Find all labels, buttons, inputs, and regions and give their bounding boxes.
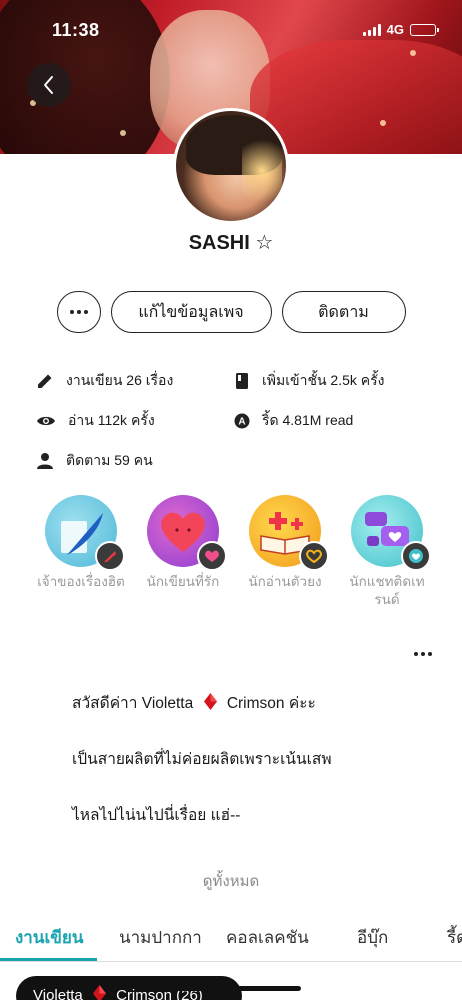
pencil-icon (38, 374, 52, 388)
bio-line-1: สวัสดีค่าา Violetta Crimson ค่ะะ (72, 693, 316, 712)
back-button[interactable] (27, 63, 71, 107)
badge-label: นักเขียนที่รัก (146, 574, 220, 589)
avatar[interactable] (173, 108, 289, 224)
badge-beloved-writer[interactable]: นักเขียนที่รัก (132, 495, 234, 609)
home-indicator (161, 986, 301, 991)
tab-pennames[interactable]: นามปากกา (119, 924, 202, 951)
stat-library-adds-label: เพิ่มเข้าชั้น 2.5k ครั้ง (262, 372, 385, 388)
stat-followers-label: ติดตาม 59 คน (66, 452, 153, 468)
badge-trending-chat-writer[interactable]: นักแชทติดเทรนด์ (336, 495, 438, 609)
red-diamond-icon (203, 693, 217, 710)
tab-collections[interactable]: คอลเลคชัน (226, 924, 309, 951)
see-all-link[interactable]: ดูทั้งหมด (0, 869, 462, 893)
heart-ribbon-mini-icon (299, 541, 329, 571)
svg-text:A: A (238, 417, 245, 428)
content-tabs: งานเขียน นามปากกา คอลเลคชัน อีบุ๊ก รี้ด (0, 920, 462, 962)
stat-followers: ติดตาม 59 คน (36, 450, 153, 472)
badge-avid-reader[interactable]: นักอ่านตัวยง (234, 495, 336, 609)
tab-chat-novels[interactable]: รี้ด (447, 924, 462, 951)
tab-indicator (0, 958, 97, 961)
stat-works: งานเขียน 26 เรื่อง (36, 370, 173, 392)
badge-label: เจ้าของเรื่องฮิต (37, 574, 125, 589)
stat-reads: อ่าน 112k ครั้ง (36, 410, 155, 432)
battery-icon (410, 23, 439, 36)
eye-icon (37, 416, 55, 426)
tab-works[interactable]: งานเขียน (15, 924, 83, 951)
bio-line-3: ไหลไปไน่นไปนี่เรื่อย แฮ่-- (72, 807, 241, 824)
tab-ebooks[interactable]: อีบุ๊ก (357, 924, 388, 951)
stat-chat-reads: A ริ้ด 4.81M read (234, 410, 353, 432)
chevron-left-icon (44, 76, 53, 94)
stat-chat-reads-label: ริ้ด 4.81M read (262, 412, 354, 428)
network-label: 4G (386, 22, 404, 37)
ellipsis-icon (69, 310, 88, 314)
more-options-button[interactable] (56, 291, 101, 333)
badge-label: นักแชทติดเทรนด์ (349, 574, 425, 608)
status-time: 11:38 (52, 20, 100, 40)
bio-line-2: เป็นสายผลิตที่ไม่ค่อยผลิตเพราะเน้นเสพ (72, 751, 332, 768)
profile-actions: แก้ไขข้อมูลเพจ ติดตาม (0, 291, 462, 333)
person-icon (37, 453, 53, 469)
badge-list: เจ้าของเรื่องฮิต นักเขียนที่รัก นักอ่านต… (30, 495, 450, 609)
status-icons: 4G (362, 22, 439, 37)
bio-more-button[interactable] (410, 645, 436, 663)
stat-library-adds: เพิ่มเข้าชั้น 2.5k ครั้ง (234, 370, 385, 392)
chat-novel-icon: A (234, 413, 250, 429)
badge-label: นักอ่านตัวยง (248, 574, 322, 589)
chat-heart-mini-icon (401, 541, 431, 571)
heart-mini-icon (197, 541, 227, 571)
pen-mini-icon (95, 541, 125, 571)
red-diamond-icon (92, 985, 106, 1000)
book-icon (236, 373, 248, 389)
stat-works-label: งานเขียน 26 เรื่อง (66, 372, 174, 388)
profile-name: SASHI ☆ (188, 232, 274, 254)
badge-hit-story-owner[interactable]: เจ้าของเรื่องฮิต (30, 495, 132, 609)
edit-page-button[interactable]: แก้ไขข้อมูลเพจ (110, 291, 272, 333)
signal-icon (362, 23, 381, 36)
follow-button[interactable]: ติดตาม (281, 291, 406, 333)
stat-reads-label: อ่าน 112k ครั้ง (68, 412, 155, 428)
status-bar: 11:38 4G (0, 0, 462, 56)
